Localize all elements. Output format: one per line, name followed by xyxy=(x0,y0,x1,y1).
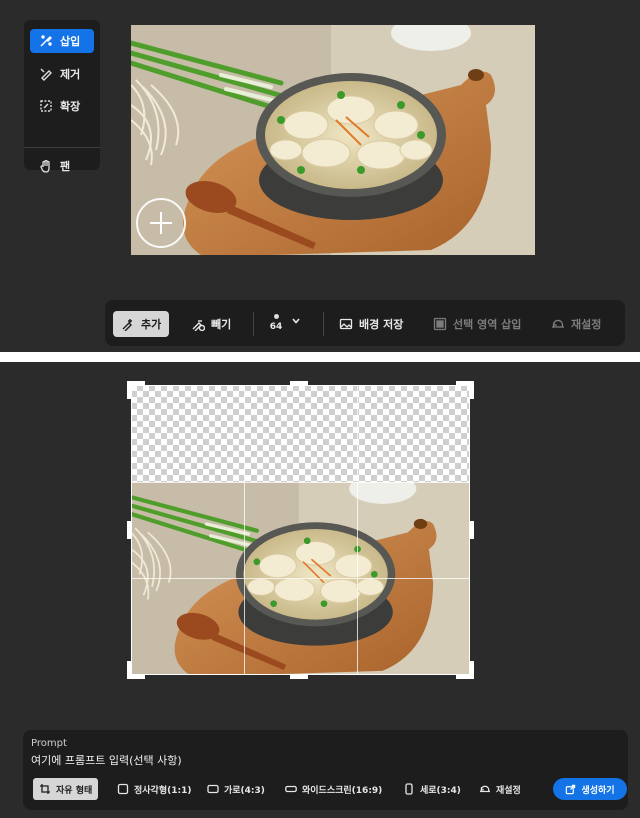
brush-size-value: 64 xyxy=(269,322,283,332)
prompt-panel: Prompt 여기에 프롬프트 입력(선택 사항) 자유 형태 정사각형(1:1… xyxy=(23,730,628,810)
insert-selection-button[interactable]: 선택 영역 삽입 xyxy=(433,311,521,337)
rail-divider xyxy=(24,147,100,148)
crop-grid-line xyxy=(357,386,358,674)
reset-button[interactable]: 재설정 xyxy=(551,311,601,337)
toolbar-divider xyxy=(323,312,324,336)
insert-editor-panel: 삽입 제거 확장 팬 추가 빼기 64 배경 저장 선택 영역 삽입 재설정 xyxy=(0,0,640,352)
prompt-label: Prompt xyxy=(31,738,67,749)
save-background-button[interactable]: 배경 저장 xyxy=(339,311,403,337)
toolbar-divider xyxy=(253,312,254,336)
aspect-widescreen[interactable]: 와이드스크린(16:9) xyxy=(285,778,382,800)
prompt-input[interactable]: 여기에 프롬프트 입력(선택 사항) xyxy=(31,752,182,768)
tool-rail: 삽입 제거 확장 팬 xyxy=(24,20,100,173)
brush-dot-icon xyxy=(273,314,279,319)
landscape-icon xyxy=(207,784,219,794)
crop-handle-top[interactable] xyxy=(290,381,308,385)
widescreen-icon xyxy=(285,785,297,793)
tool-pan[interactable]: 팬 xyxy=(30,154,94,178)
tool-remove[interactable]: 제거 xyxy=(30,62,94,86)
portrait-icon xyxy=(405,783,413,795)
subtract-brush-icon xyxy=(192,320,205,331)
aspect-landscape-label: 가로(4:3) xyxy=(224,785,265,796)
insert-selection-label: 선택 영역 삽입 xyxy=(453,318,522,331)
add-brush-icon xyxy=(122,319,132,331)
tool-insert-label: 삽입 xyxy=(60,35,81,48)
reset-button[interactable]: 재설정 xyxy=(479,778,521,800)
reset-label: 재설정 xyxy=(571,318,602,331)
crop-handle-bottom-right[interactable] xyxy=(470,661,474,679)
subtract-button[interactable]: 빼기 xyxy=(191,311,231,337)
dumpling-soup-image xyxy=(131,25,535,255)
crop-frame[interactable] xyxy=(131,385,470,675)
aspect-landscape[interactable]: 가로(4:3) xyxy=(207,778,265,800)
crop-icon xyxy=(40,784,50,794)
generate-button[interactable]: 생성하기 xyxy=(553,778,627,800)
aspect-portrait[interactable]: 세로(3:4) xyxy=(403,778,461,800)
brush-size-control[interactable]: 64 xyxy=(266,314,286,332)
selection-insert-icon xyxy=(433,317,447,331)
crop-grid-line xyxy=(132,482,469,483)
remove-brush-icon xyxy=(40,68,52,81)
aspect-free-form[interactable]: 자유 형태 xyxy=(33,778,99,800)
crop-handle-right[interactable] xyxy=(470,521,474,539)
crop-handle-top-right[interactable] xyxy=(470,381,474,399)
crop-grid-line xyxy=(244,386,245,674)
add-button[interactable]: 추가 xyxy=(113,311,170,337)
crop-handle-top-left[interactable] xyxy=(127,381,131,399)
aspect-widescreen-label: 와이드스크린(16:9) xyxy=(302,785,383,796)
bottom-toolbar: 추가 빼기 64 배경 저장 선택 영역 삽입 재설정 xyxy=(105,300,625,346)
tool-insert[interactable]: 삽입 xyxy=(30,29,94,53)
tool-pan-label: 팬 xyxy=(60,160,71,173)
crop-handle-left[interactable] xyxy=(127,521,131,539)
subtract-label: 빼기 xyxy=(211,318,232,331)
hand-icon xyxy=(40,159,50,173)
generate-icon xyxy=(566,784,576,794)
aspect-square[interactable]: 정사각형(1:1) xyxy=(117,778,191,800)
reset-icon xyxy=(480,785,490,793)
aspect-options: 자유 형태 정사각형(1:1) 가로(4:3) 와이드스크린(16:9) 세로(… xyxy=(33,778,627,800)
reset-icon xyxy=(552,319,564,328)
save-background-label: 배경 저장 xyxy=(359,318,404,331)
aspect-portrait-label: 세로(3:4) xyxy=(420,785,461,796)
add-brush-cursor-icon xyxy=(136,198,186,248)
tool-expand[interactable]: 확장 xyxy=(30,94,94,118)
chevron-down-icon[interactable] xyxy=(291,316,301,326)
expand-icon xyxy=(40,100,52,112)
insert-brush-icon xyxy=(40,35,52,47)
add-label: 추가 xyxy=(141,318,162,331)
square-icon xyxy=(117,783,129,795)
crop-grid-line xyxy=(132,578,469,579)
crop-handle-bottom[interactable] xyxy=(290,675,308,679)
generate-label: 생성하기 xyxy=(581,785,615,796)
aspect-free-form-label: 자유 형태 xyxy=(56,785,93,796)
tool-remove-label: 제거 xyxy=(60,68,81,81)
crop-handle-bottom-left[interactable] xyxy=(127,661,131,679)
reset-label: 재설정 xyxy=(496,785,521,796)
image-icon xyxy=(339,318,353,330)
tool-expand-label: 확장 xyxy=(60,100,81,113)
aspect-square-label: 정사각형(1:1) xyxy=(134,785,192,796)
